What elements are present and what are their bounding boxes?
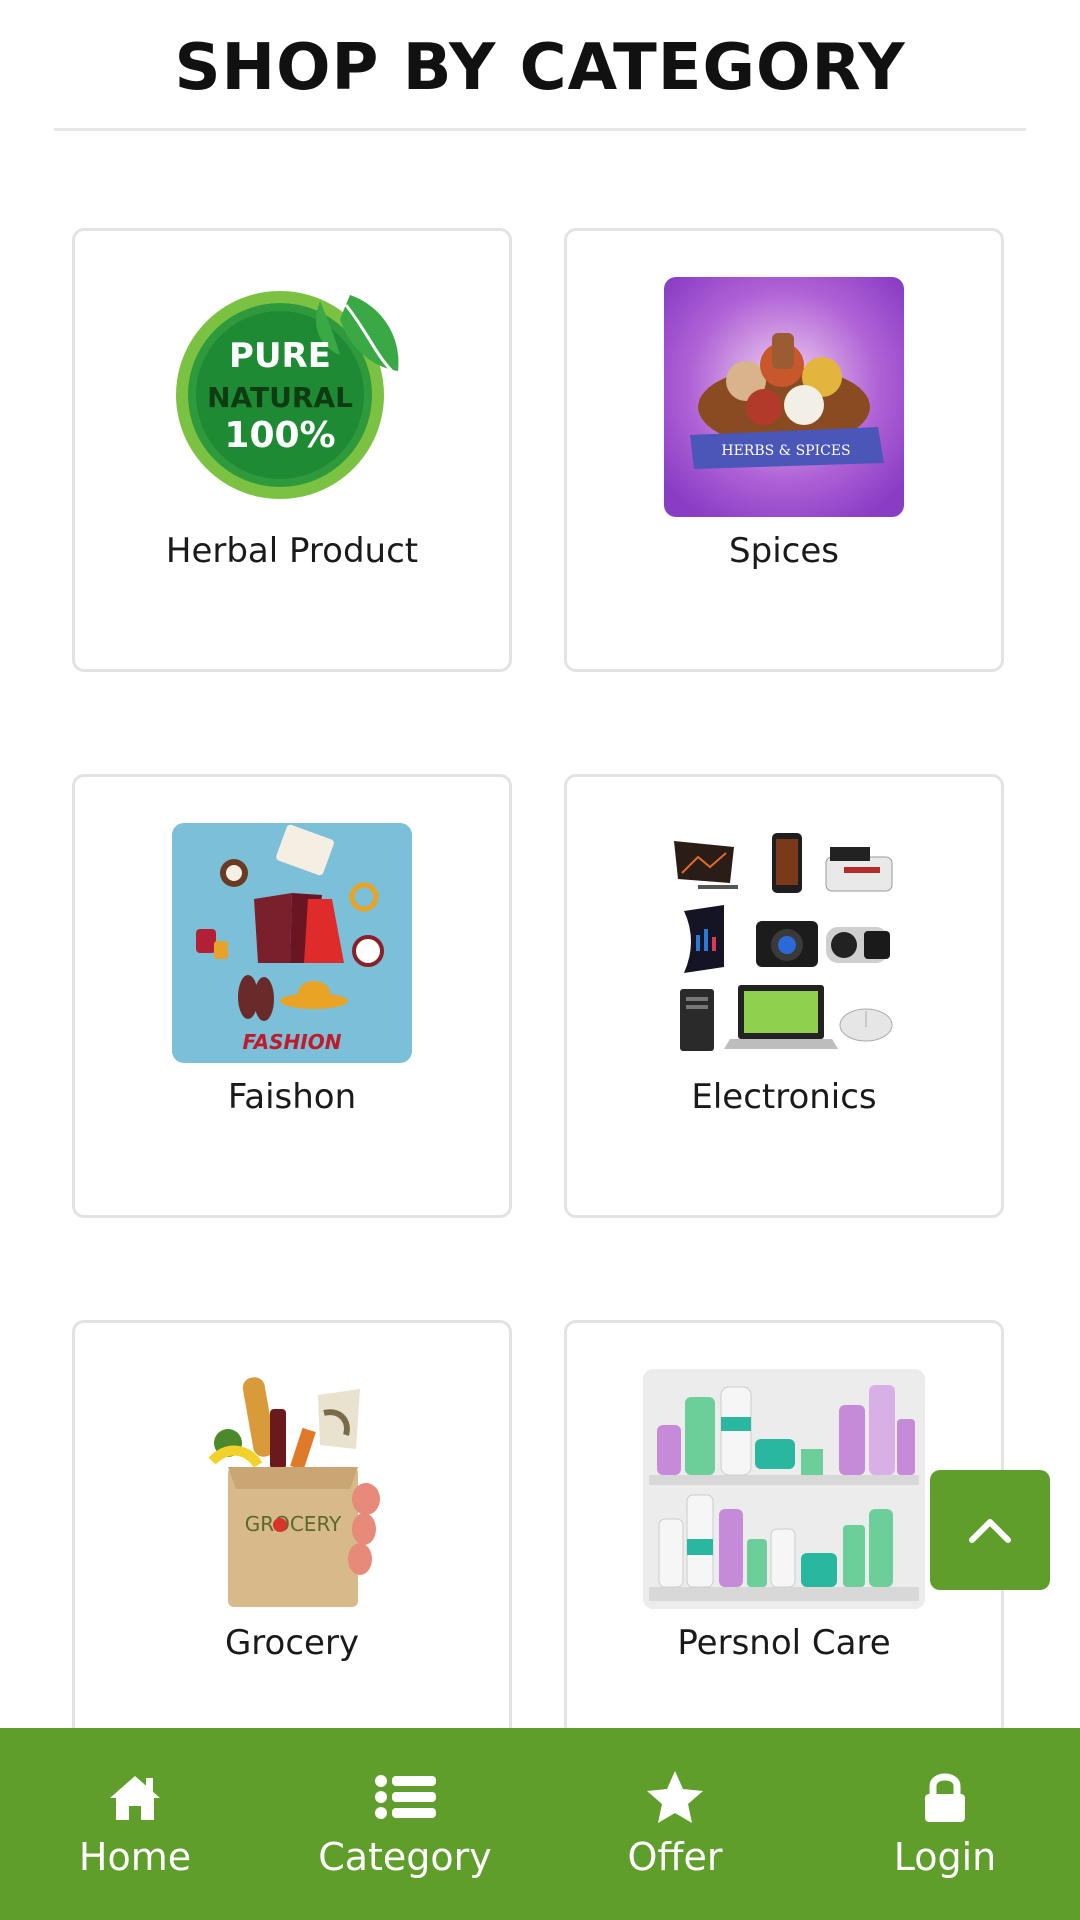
grocery-image-text: GROCERY	[245, 1512, 342, 1536]
personal-care-image	[643, 1369, 925, 1609]
category-label: Spices	[729, 531, 839, 571]
fashion-image: FASHION	[172, 823, 412, 1063]
lock-icon	[925, 1773, 965, 1822]
grocery-image: GROCERY	[200, 1369, 384, 1609]
herbal-image-text-3: 100%	[224, 415, 335, 456]
category-page: SHOP BY CATEGORY PURE NATURAL 100% Herba…	[0, 0, 1080, 1920]
scroll-to-top-button[interactable]	[930, 1470, 1050, 1590]
home-icon	[110, 1776, 160, 1820]
spices-image-text: HERBS & SPICES	[721, 443, 850, 459]
nav-label-category: Category	[318, 1835, 492, 1879]
category-card-spices[interactable]: HERBS & SPICES Spices	[564, 228, 1004, 672]
herbal-product-image: PURE NATURAL 100%	[176, 291, 399, 499]
fashion-image-text: FASHION	[243, 1030, 342, 1054]
category-card-grocery[interactable]: GROCERY Grocery	[72, 1320, 512, 1764]
nav-label-home: Home	[78, 1835, 192, 1879]
category-card-faishon[interactable]: FASHION Faishon	[72, 774, 512, 1218]
nav-label-offer: Offer	[627, 1835, 723, 1879]
nav-item-home[interactable]: Home	[0, 1728, 270, 1920]
list-icon	[375, 1775, 436, 1819]
star-icon	[647, 1771, 703, 1823]
spices-image: HERBS & SPICES	[664, 277, 904, 517]
category-label: Grocery	[224, 1623, 360, 1663]
nav-item-category[interactable]: Category	[270, 1728, 540, 1920]
page-title: SHOP BY CATEGORY	[174, 31, 906, 105]
bottom-navigation: Home Category Offer Login	[0, 1728, 1080, 1920]
category-card-herbal-product[interactable]: PURE NATURAL 100% Herbal Product	[72, 228, 512, 672]
nav-item-login[interactable]: Login	[810, 1728, 1080, 1920]
category-label: Herbal Product	[165, 531, 419, 571]
herbal-image-text-2: NATURAL	[207, 381, 353, 414]
title-divider	[54, 128, 1026, 131]
category-label: Faishon	[227, 1077, 357, 1117]
electronics-image	[668, 827, 900, 1059]
chevron-up-icon	[969, 1519, 1011, 1543]
nav-label-login: Login	[893, 1835, 997, 1879]
category-label: Electronics	[691, 1077, 877, 1117]
nav-item-offer[interactable]: Offer	[540, 1728, 810, 1920]
herbal-image-text-1: PURE	[229, 336, 331, 376]
category-card-electronics[interactable]: Electronics	[564, 774, 1004, 1218]
category-label: Persnol Care	[677, 1623, 891, 1663]
